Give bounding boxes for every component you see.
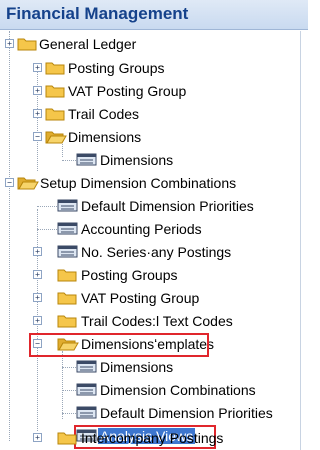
tree-line — [37, 206, 57, 207]
expand-icon[interactable]: + — [33, 247, 42, 256]
list-icon — [76, 405, 98, 425]
list-icon — [76, 152, 98, 172]
tree-item-label: Dimensions — [100, 359, 174, 375]
tree-item-dimensions-folder[interactable]: − Dimensions — [0, 127, 300, 148]
expand-icon[interactable]: + — [33, 293, 42, 302]
folder-icon — [17, 36, 37, 56]
tree-item-label: Default Dimension Priorities — [81, 198, 254, 214]
expand-icon[interactable]: + — [5, 39, 14, 48]
tree-item-default-dimension-priorities-2[interactable]: Default Dimension Priorities — [0, 403, 300, 424]
tree-line — [62, 413, 76, 414]
tree-item-vat-posting-group-2[interactable]: + VAT Posting Group — [0, 288, 300, 309]
tree-item-label: General Ledger — [39, 36, 137, 52]
folder-icon — [57, 290, 77, 310]
tree-item-general-ledger[interactable]: + General Ledger — [0, 34, 300, 55]
collapse-icon[interactable]: − — [33, 132, 42, 141]
tree-item-posting-groups[interactable]: + Posting Groups — [0, 58, 300, 79]
tree-item-dimensions-list-2[interactable]: Dimensions — [0, 357, 300, 378]
list-icon — [57, 221, 79, 241]
expand-icon[interactable]: + — [33, 316, 42, 325]
expand-icon[interactable]: + — [33, 433, 42, 442]
tree-item-dimensions-list[interactable]: Dimensions — [0, 150, 300, 171]
open-folder-icon — [17, 175, 39, 195]
collapse-icon[interactable]: − — [5, 178, 14, 187]
tree-line — [62, 160, 76, 161]
title-bar: Financial Management — [0, 0, 308, 30]
folder-icon — [57, 430, 77, 450]
tree-line — [37, 229, 57, 230]
highlight-box — [29, 333, 209, 357]
tree-item-label: Posting Groups — [81, 267, 178, 283]
open-folder-icon — [45, 129, 67, 149]
list-icon — [76, 359, 98, 379]
expand-icon[interactable]: + — [33, 86, 42, 95]
navigation-tree[interactable]: + General Ledger + Posting Groups + VAT … — [0, 31, 301, 450]
expand-icon[interactable]: + — [33, 109, 42, 118]
tree-item-setup[interactable]: − Setup Dimension Combinations — [0, 173, 300, 194]
tree-item-label: Setup Dimension Combinations — [40, 175, 237, 191]
tree-item-label: Default Dimension Priorities — [100, 405, 273, 421]
folder-icon — [45, 106, 65, 126]
tree-item-label: VAT Posting Group — [68, 83, 187, 99]
tree-item-posting-groups-2[interactable]: + Posting Groups — [0, 265, 300, 286]
page-title: Financial Management — [6, 4, 189, 23]
list-icon — [57, 244, 79, 264]
tree-item-label: Posting Groups — [68, 60, 165, 76]
tree-item-no-series[interactable]: + No. Series·any Postings — [0, 242, 300, 263]
tree-item-intercompany-postings-row[interactable]: + Intercompany Postings — [0, 428, 300, 449]
tree-item-trail-codes-2[interactable]: + Trail Codes:l Text Codes — [0, 311, 300, 332]
tree-line — [62, 367, 76, 368]
expand-icon[interactable]: + — [33, 63, 42, 72]
tree-item-trail-codes[interactable]: + Trail Codes — [0, 104, 300, 125]
tree-item-label: VAT Posting Group — [81, 290, 200, 306]
tree-item-label: No. Series·any Postings — [81, 244, 232, 260]
tree-line — [62, 390, 76, 391]
tree-item-label: Trail Codes — [68, 106, 140, 122]
list-icon — [76, 382, 98, 402]
folder-icon — [57, 313, 77, 333]
tree-item-accounting-periods[interactable]: Accounting Periods — [0, 219, 300, 240]
list-icon — [57, 198, 79, 218]
folder-icon — [45, 83, 65, 103]
expand-icon[interactable]: + — [33, 270, 42, 279]
tree-item-dimension-combinations[interactable]: Dimension Combinations — [0, 380, 300, 401]
tree-item-label: Dimension Combinations — [100, 382, 256, 398]
tree-item-label: Dimensions — [100, 152, 174, 168]
tree-item-vat-posting-group[interactable]: + VAT Posting Group — [0, 81, 300, 102]
tree-item-label: Trail Codes:l Text Codes — [81, 313, 233, 329]
tree-item-label: Accounting Periods — [81, 221, 202, 237]
tree-item-label: Intercompany Postings — [81, 430, 224, 446]
folder-icon — [57, 267, 77, 287]
tree-item-label: Dimensions — [68, 129, 142, 145]
folder-icon — [45, 60, 65, 80]
tree-item-default-dimension-priorities[interactable]: Default Dimension Priorities — [0, 196, 300, 217]
